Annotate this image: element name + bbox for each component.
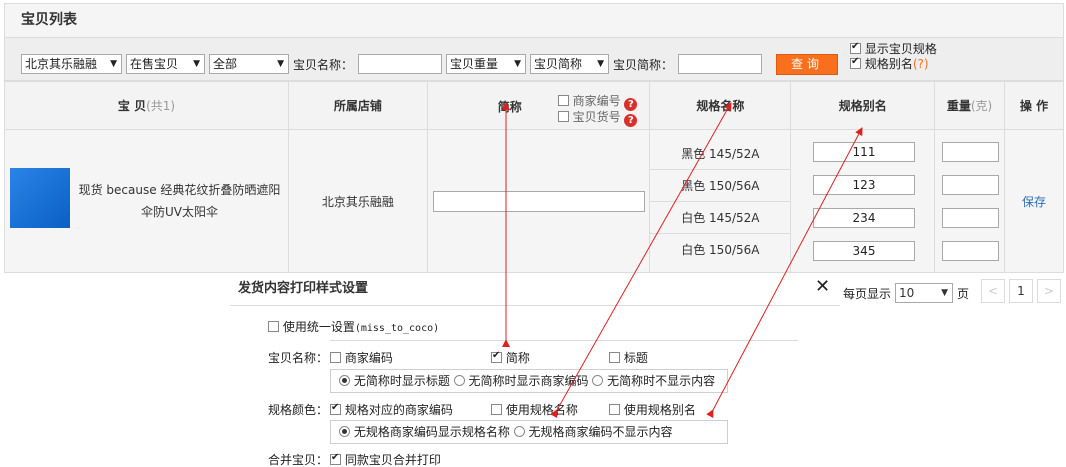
spec-alias-checkbox[interactable]	[850, 56, 861, 69]
radio-button[interactable]	[339, 375, 350, 386]
page-unit-label: 页	[957, 287, 970, 301]
show-spec-checkbox[interactable]	[850, 41, 861, 54]
radio-option[interactable]: 无简称时不显示内容	[592, 374, 715, 388]
col-action: 操 作	[1004, 81, 1064, 130]
shortname-checkbox[interactable]	[491, 350, 502, 363]
filter-bar: 北京其乐融融 ▼ 在售宝贝 ▼ 全部 ▼ 宝贝名称： 宝贝重量 ▼ 宝贝简称 ▼ 宝贝简称…	[4, 37, 1064, 81]
next-page-button[interactable]: >	[1037, 279, 1061, 303]
weight-input[interactable]	[942, 175, 999, 195]
spec-alias-checkbox[interactable]	[609, 404, 620, 415]
col-spec-alias: 规格别名	[790, 81, 936, 130]
dropdown-arrow-icon: ▼	[597, 59, 604, 69]
col-product: 宝 贝(共1)	[4, 81, 289, 130]
status-select[interactable]: 在售宝贝 ▼	[126, 54, 205, 74]
radio-button[interactable]	[339, 426, 350, 437]
title-checkbox[interactable]	[609, 352, 620, 363]
per-page-select[interactable]: 10 ▼	[895, 283, 953, 303]
name-input[interactable]	[358, 54, 442, 74]
dropdown-arrow-icon: ▼	[514, 59, 521, 69]
spec-name: 白色 145/52A	[650, 202, 791, 234]
shortname-label: 宝贝简称：	[613, 58, 674, 72]
spec-alias-input[interactable]: 234	[813, 208, 915, 228]
merge-option[interactable]: 同款宝贝合并打印	[330, 451, 441, 467]
spec-name: 白色 150/56A	[681, 243, 760, 257]
spec-name: 黑色 150/56A	[650, 170, 791, 202]
dropdown-arrow-icon: ▼	[941, 288, 948, 298]
radio-option[interactable]: 无规格商家编码显示规格名称	[339, 425, 510, 439]
name-row-label: 宝贝名称：	[268, 351, 329, 365]
radio-option[interactable]: 无简称时显示标题	[339, 374, 450, 388]
shop-select[interactable]: 北京其乐融融 ▼	[21, 54, 122, 74]
scope-select[interactable]: 全部 ▼	[209, 54, 289, 74]
panel-title: 宝贝列表	[4, 3, 1064, 37]
table-header-row: 宝 贝(共1) 所属店铺 简称 商家编号 ? 宝贝货号 ? 规格名称 规格别名 …	[4, 81, 1064, 130]
radio-button[interactable]	[453, 375, 465, 386]
product-image[interactable]	[10, 168, 70, 228]
unified-user: (miss_to_coco)	[354, 323, 440, 334]
col-spec-name: 规格名称	[649, 81, 792, 130]
shortname-select[interactable]: 宝贝简称 ▼	[530, 54, 609, 74]
radio-option[interactable]: 无简称时显示商家编码	[453, 374, 589, 388]
spec-alias-input[interactable]: 123	[813, 175, 915, 195]
shop-cell: 北京其乐融融	[287, 129, 428, 273]
merchant-code-checkbox[interactable]	[557, 95, 569, 106]
spec-alias-option[interactable]: 规格别名(?)	[850, 55, 929, 72]
spec-name-cell: 黑色 145/52A 黑色 150/56A 白色 145/52A 白色 150/…	[649, 129, 792, 273]
shortname-input[interactable]	[678, 54, 762, 74]
page-1-button[interactable]: 1	[1009, 279, 1033, 303]
spec-alias-input[interactable]: 111	[813, 142, 915, 162]
weight-input[interactable]	[942, 208, 999, 228]
merge-row-label: 合并宝贝：	[268, 453, 329, 467]
dropdown-arrow-icon: ▼	[277, 59, 284, 69]
dropdown-arrow-icon: ▼	[193, 59, 200, 69]
name-radio-group: 无简称时显示标题 无简称时显示商家编码 无简称时不显示内容	[330, 369, 728, 393]
unified-setting-checkbox[interactable]	[268, 321, 279, 332]
search-button[interactable]: 查询	[776, 54, 838, 75]
col-shortname: 简称 商家编号 ? 宝贝货号 ?	[426, 81, 651, 130]
unified-setting-option[interactable]: 使用统一设置(miss_to_coco)	[268, 318, 439, 335]
weight-select[interactable]: 宝贝重量 ▼	[446, 54, 526, 74]
color-row-label: 规格颜色：	[268, 403, 329, 417]
dialog-title: 发货内容打印样式设置	[230, 278, 840, 306]
help-icon[interactable]: (?)	[913, 57, 929, 71]
dropdown-arrow-icon: ▼	[110, 59, 117, 69]
save-link[interactable]: 保存	[1004, 129, 1064, 273]
shortname-edit-input[interactable]	[433, 191, 645, 212]
name-label: 宝贝名称：	[293, 58, 354, 72]
spec-name-checkbox[interactable]	[491, 404, 502, 415]
radio-option[interactable]: 无规格商家编码不显示内容	[513, 425, 673, 439]
color-opt-merchant[interactable]: 规格对应的商家编码	[330, 401, 453, 418]
col-shop: 所属店铺	[287, 81, 428, 130]
weight-input[interactable]	[942, 241, 999, 261]
radio-button[interactable]	[513, 426, 525, 437]
item-code-checkbox[interactable]	[557, 111, 569, 122]
name-opt-title[interactable]: 标题	[609, 349, 648, 366]
weight-input[interactable]	[942, 142, 999, 162]
spec-name: 黑色 145/52A	[650, 138, 791, 170]
merge-checkbox[interactable]	[330, 452, 341, 465]
name-opt-merchant[interactable]: 商家编码	[330, 349, 393, 366]
color-opt-alias[interactable]: 使用规格别名	[609, 401, 696, 418]
merchant-code-checkbox[interactable]	[330, 352, 341, 363]
color-opt-name[interactable]: 使用规格名称	[491, 401, 578, 418]
spec-merchant-checkbox[interactable]	[330, 402, 341, 415]
spec-alias-input[interactable]: 345	[813, 241, 915, 261]
divider	[330, 340, 798, 341]
close-icon[interactable]: ✕	[815, 277, 830, 297]
item-code-option[interactable]: 宝贝货号 ?	[557, 108, 638, 127]
radio-button[interactable]	[592, 375, 604, 386]
name-opt-shortname[interactable]: 简称	[491, 349, 530, 366]
product-name[interactable]: 现货 because 经典花纹折叠防晒遮阳伞防UV太阳伞	[77, 179, 282, 223]
prev-page-button[interactable]: <	[981, 279, 1005, 303]
per-page-label: 每页显示	[843, 287, 892, 301]
color-radio-group: 无规格商家编码显示规格名称 无规格商家编码不显示内容	[330, 420, 728, 444]
col-weight: 重量(克)	[934, 81, 1006, 130]
help-icon[interactable]: ?	[624, 114, 638, 127]
